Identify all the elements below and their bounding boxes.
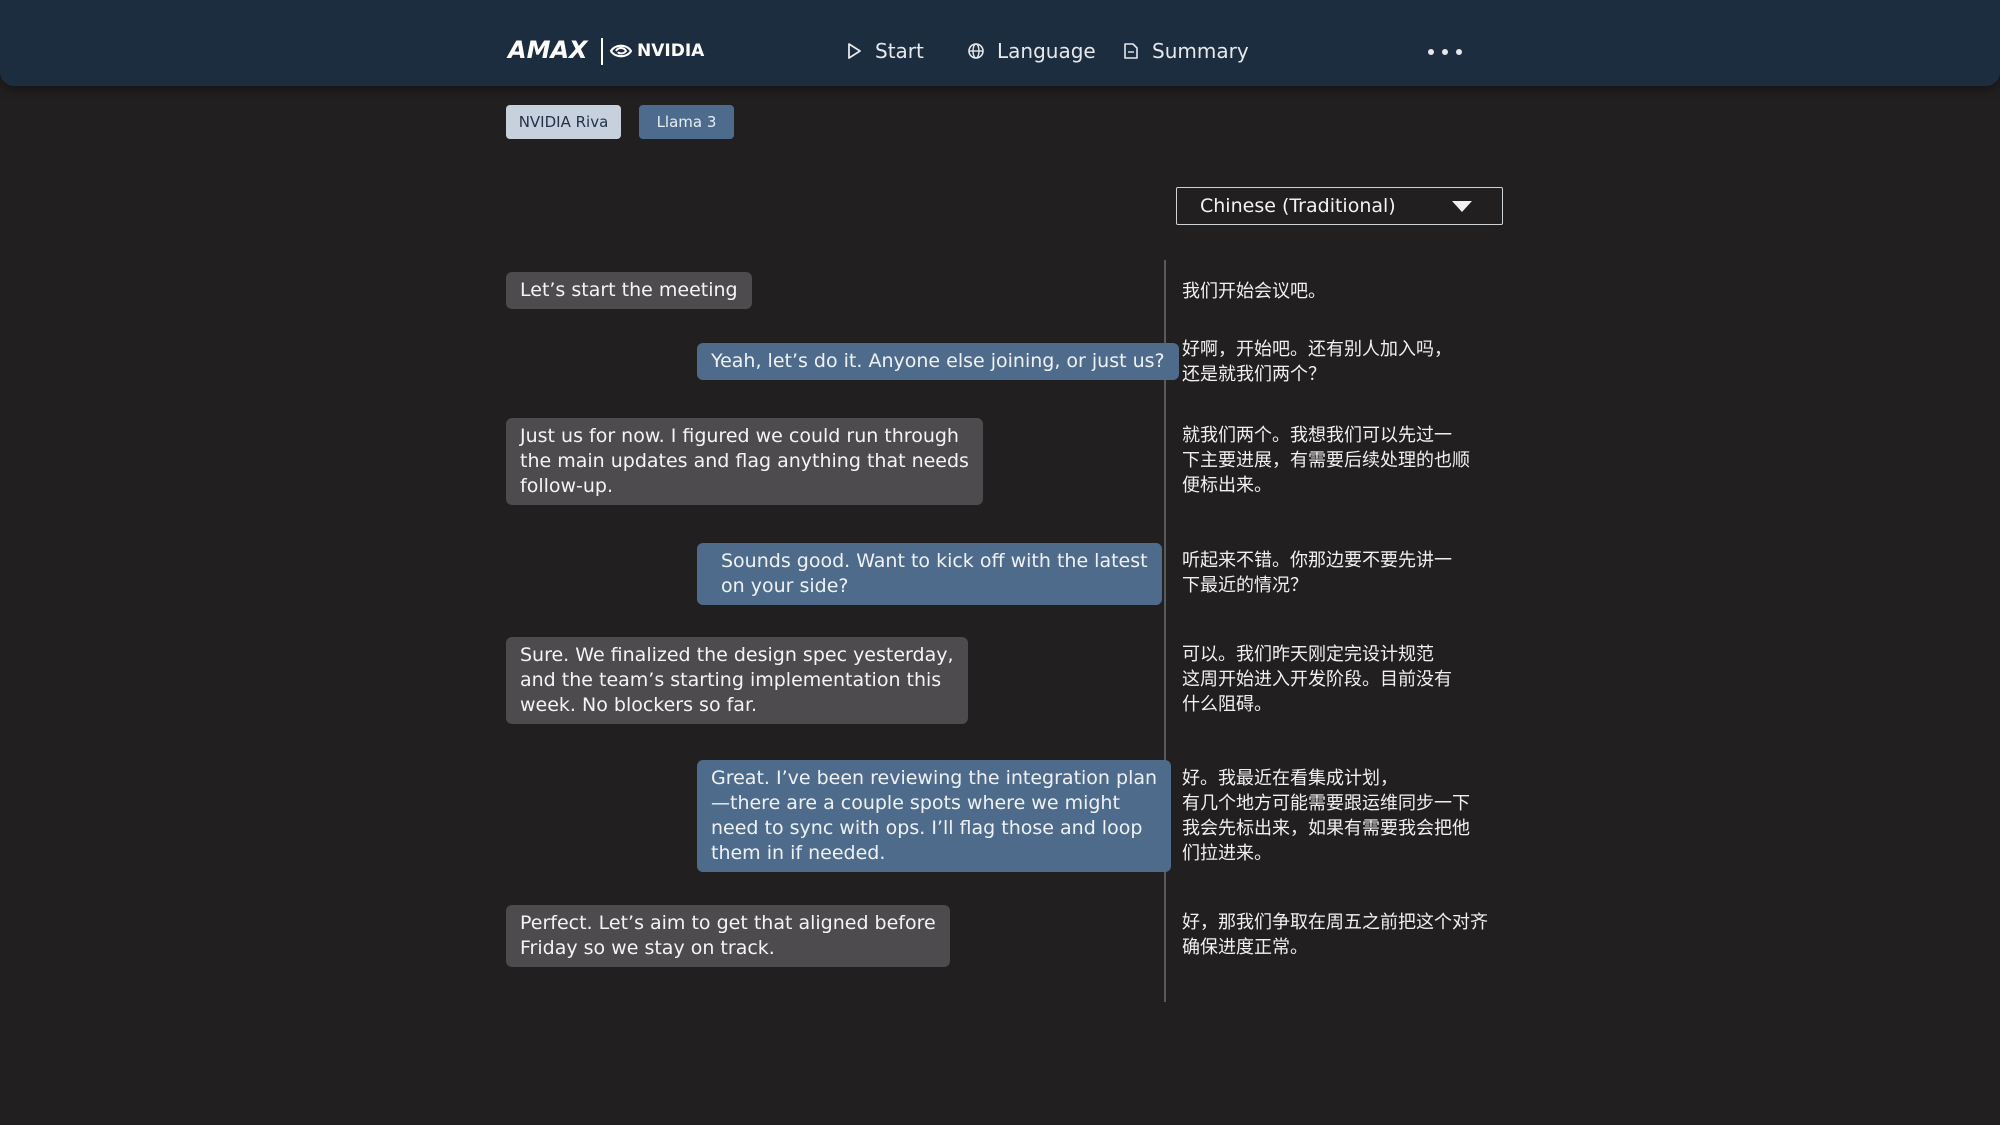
translation-text: 可以。我们昨天刚定完设计规范 这周开始进入开发阶段。目前没有 什么阻碍。 — [1182, 644, 1452, 715]
nav-language[interactable]: Language — [967, 36, 1096, 66]
more-dot-icon — [1442, 49, 1448, 55]
message-bubble: Let’s start the meeting — [506, 272, 752, 309]
language-select[interactable]: Chinese (Traditional) — [1176, 187, 1503, 225]
nvidia-logo: NVIDIA — [609, 39, 704, 63]
translation-text: 好，那我们争取在周五之前把这个对齐 确保进度正常。 — [1182, 912, 1488, 958]
nav-start-label: Start — [875, 39, 924, 63]
translation-text: 就我们两个。我想我们可以先过一 下主要进展，有需要后续处理的也顺 便标出来。 — [1182, 425, 1470, 496]
globe-icon — [968, 43, 984, 59]
nvidia-wordmark: NVIDIA — [637, 41, 705, 61]
translation-text: 好啊，开始吧。还有别人加入吗， 还是就我们两个？ — [1182, 339, 1452, 385]
message-bubble: Sure. We finalized the design spec yeste… — [506, 637, 968, 724]
top-bar: AMAX NVIDIA Start Language Summary — [0, 0, 2000, 86]
more-dot-icon — [1428, 49, 1434, 55]
message-bubble: Perfect. Let’s aim to get that aligned b… — [506, 905, 950, 967]
logo-separator — [601, 38, 603, 65]
nav-start[interactable]: Start — [845, 36, 924, 66]
model-tag-llama[interactable]: Llama 3 — [639, 105, 734, 139]
more-dot-icon — [1456, 49, 1462, 55]
language-select-value: Chinese (Traditional) — [1200, 195, 1396, 217]
nav-language-label: Language — [997, 39, 1096, 63]
caret-down-icon — [1452, 201, 1472, 212]
nav-summary[interactable]: Summary — [1122, 36, 1249, 66]
message-bubble: Yeah, let’s do it. Anyone else joining, … — [697, 343, 1179, 380]
amax-logo: AMAX — [508, 36, 588, 64]
nav-summary-label: Summary — [1152, 39, 1249, 63]
play-icon — [848, 43, 861, 59]
model-tag-riva[interactable]: NVIDIA Riva — [506, 105, 621, 139]
translation-text: 我们开始会议吧。 — [1182, 281, 1326, 302]
translation-text: 好。我最近在看集成计划， 有几个地方可能需要跟运维同步一下 我会先标出来，如果有… — [1182, 768, 1470, 864]
message-bubble: Just us for now. I figured we could run … — [506, 418, 983, 505]
translation-text: 听起来不错。你那边要不要先讲一 下最近的情况？ — [1182, 550, 1452, 596]
more-options-button[interactable] — [1428, 40, 1462, 64]
message-bubble: Sounds good. Want to kick off with the l… — [697, 543, 1162, 605]
message-bubble: Great. I’ve been reviewing the integrati… — [697, 760, 1172, 872]
document-icon — [1124, 43, 1138, 59]
nvidia-eye-icon — [609, 44, 633, 58]
